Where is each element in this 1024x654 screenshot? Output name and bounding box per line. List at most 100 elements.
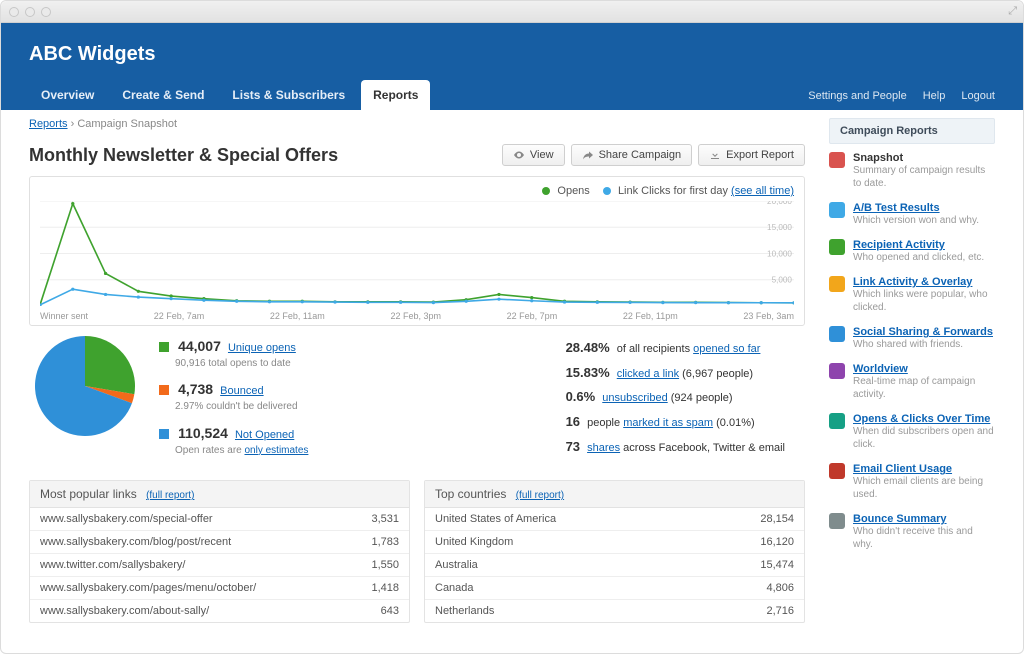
sidebar: Campaign Reports SnapshotSummary of camp…: [829, 118, 995, 630]
metric-row: 0.6% unsubscribed (924 people): [566, 385, 785, 410]
sidebar-item[interactable]: Bounce SummaryWho didn't receive this an…: [829, 513, 995, 551]
metrics-list: 28.48% of all recipients opened so far15…: [566, 336, 785, 466]
tab-lists-subscribers[interactable]: Lists & Subscribers: [220, 80, 357, 110]
window-close-dot[interactable]: [9, 7, 19, 17]
breadcrumb-current: Campaign Snapshot: [77, 118, 177, 130]
export-button[interactable]: Export Report: [698, 144, 805, 166]
bounced-link[interactable]: Bounced: [220, 385, 263, 397]
sidebar-title: Campaign Reports: [829, 118, 995, 144]
breadcrumb: Reports › Campaign Snapshot: [29, 118, 805, 130]
sidebar-item[interactable]: Recipient ActivityWho opened and clicked…: [829, 239, 995, 264]
swatch-opens: [159, 342, 169, 352]
metric-row: 16 people marked it as spam (0.01%): [566, 410, 785, 435]
sidebar-item[interactable]: A/B Test ResultsWhich version won and wh…: [829, 202, 995, 227]
sidebar-item-title[interactable]: Social Sharing & Forwards: [853, 326, 993, 338]
metric-row: 28.48% of all recipients opened so far: [566, 336, 785, 361]
popular-links-full-report[interactable]: (full report): [146, 490, 194, 501]
window-max-dot[interactable]: [41, 7, 51, 17]
sidebar-item[interactable]: Opens & Clicks Over TimeWhen did subscri…: [829, 413, 995, 451]
sidebar-item-icon: [829, 463, 845, 479]
sidebar-item-title[interactable]: Bounce Summary: [853, 513, 995, 525]
popular-links-title: Most popular links: [40, 487, 137, 501]
sidebar-item-icon: [829, 202, 845, 218]
popular-links-panel: Most popular links (full report) www.sal…: [29, 480, 410, 623]
share-icon: [582, 149, 594, 161]
top-countries-full-report[interactable]: (full report): [516, 490, 564, 501]
metric-link-2[interactable]: unsubscribed: [602, 392, 667, 404]
sidebar-item-desc: When did subscribers open and click.: [853, 426, 994, 450]
sidebar-item-desc: Real-time map of campaign activity.: [853, 376, 975, 400]
table-row: Australia15,474: [425, 554, 804, 577]
table-row: www.twitter.com/sallysbakery/1,550: [30, 554, 409, 577]
eye-icon: [513, 149, 525, 161]
sidebar-item-desc: Summary of campaign results to date.: [853, 165, 985, 189]
tab-overview[interactable]: Overview: [29, 80, 106, 110]
download-icon: [709, 149, 721, 161]
app-header: ABC Widgets OverviewCreate & SendLists &…: [1, 23, 1023, 110]
table-row: www.sallysbakery.com/about-sally/643: [30, 600, 409, 622]
table-row: United States of America28,154: [425, 508, 804, 531]
metric-row: 15.83% clicked a link (6,967 people): [566, 361, 785, 386]
metric-link-0[interactable]: opened so far: [693, 343, 760, 355]
opens-chart: Opens Link Clicks for first day (see all…: [29, 176, 805, 326]
nav-link-logout[interactable]: Logout: [961, 90, 995, 102]
swatch-notopened: [159, 429, 169, 439]
sidebar-item-desc: Which version won and why.: [853, 215, 979, 226]
sidebar-item-icon: [829, 326, 845, 342]
metric-row: 73 shares across Facebook, Twitter & ema…: [566, 435, 785, 460]
top-countries-panel: Top countries (full report) United State…: [424, 480, 805, 623]
sidebar-item-title[interactable]: Email Client Usage: [853, 463, 995, 475]
sidebar-item-icon: [829, 413, 845, 429]
svg-text:20,000: 20,000: [767, 201, 792, 206]
sidebar-item-desc: Which links were popular, who clicked.: [853, 289, 988, 313]
sidebar-item-desc: Which email clients are being used.: [853, 476, 983, 500]
expand-icon[interactable]: ⤢: [1008, 5, 1017, 18]
notopened-link[interactable]: Not Opened: [235, 429, 294, 441]
sidebar-item-title[interactable]: Snapshot: [853, 152, 995, 164]
sidebar-item-icon: [829, 276, 845, 292]
top-countries-title: Top countries: [435, 487, 506, 501]
legend-dot-opens: [542, 187, 550, 195]
sidebar-item-desc: Who didn't receive this and why.: [853, 526, 973, 550]
sidebar-item[interactable]: Social Sharing & ForwardsWho shared with…: [829, 326, 995, 351]
chart-legend: Opens Link Clicks for first day (see all…: [40, 185, 794, 197]
sidebar-item-title[interactable]: Recipient Activity: [853, 239, 984, 251]
sidebar-item-desc: Who opened and clicked, etc.: [853, 252, 984, 263]
sidebar-item[interactable]: Email Client UsageWhich email clients ar…: [829, 463, 995, 501]
sidebar-item[interactable]: Link Activity & OverlayWhich links were …: [829, 276, 995, 314]
metric-link-1[interactable]: clicked a link: [617, 368, 679, 380]
sidebar-item[interactable]: SnapshotSummary of campaign results to d…: [829, 152, 995, 190]
sidebar-item-title[interactable]: Link Activity & Overlay: [853, 276, 995, 288]
tab-reports[interactable]: Reports: [361, 80, 430, 110]
share-button[interactable]: Share Campaign: [571, 144, 693, 166]
nav-link-settings-and-people[interactable]: Settings and People: [808, 90, 906, 102]
unique-opens-link[interactable]: Unique opens: [228, 342, 296, 354]
sidebar-item-title[interactable]: Opens & Clicks Over Time: [853, 413, 995, 425]
table-row: www.sallysbakery.com/pages/menu/october/…: [30, 577, 409, 600]
sidebar-item-icon: [829, 239, 845, 255]
sidebar-item-icon: [829, 363, 845, 379]
table-row: www.sallysbakery.com/special-offer3,531: [30, 508, 409, 531]
view-button[interactable]: View: [502, 144, 565, 166]
see-all-time-link[interactable]: (see all time): [731, 185, 794, 197]
nav-link-help[interactable]: Help: [923, 90, 946, 102]
table-row: United Kingdom16,120: [425, 531, 804, 554]
table-row: Canada4,806: [425, 577, 804, 600]
sidebar-item[interactable]: WorldviewReal-time map of campaign activ…: [829, 363, 995, 401]
sidebar-item-title[interactable]: A/B Test Results: [853, 202, 979, 214]
breadcrumb-root[interactable]: Reports: [29, 118, 68, 130]
main-nav: OverviewCreate & SendLists & Subscribers…: [29, 80, 995, 110]
svg-text:10,000: 10,000: [767, 250, 792, 259]
brand-title: ABC Widgets: [29, 43, 995, 80]
window-min-dot[interactable]: [25, 7, 35, 17]
tab-create-send[interactable]: Create & Send: [110, 80, 216, 110]
metric-link-3[interactable]: marked it as spam: [623, 417, 713, 429]
sidebar-item-title[interactable]: Worldview: [853, 363, 995, 375]
legend-dot-clicks: [603, 187, 611, 195]
browser-chrome: ⤢: [1, 1, 1023, 23]
table-row: www.sallysbakery.com/blog/post/recent1,7…: [30, 531, 409, 554]
svg-text:5,000: 5,000: [772, 276, 793, 285]
sidebar-item-desc: Who shared with friends.: [853, 339, 963, 350]
estimates-link[interactable]: only estimates: [244, 445, 308, 456]
metric-link-4[interactable]: shares: [587, 442, 620, 454]
